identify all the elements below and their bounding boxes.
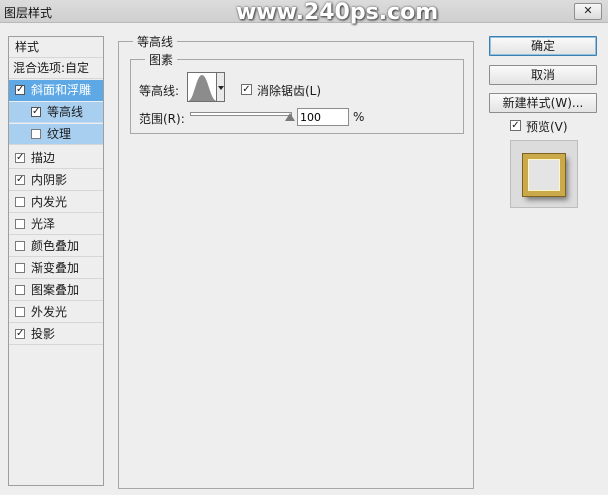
new-style-button[interactable]: 新建样式(W)... <box>489 93 597 113</box>
style-item-bevel-emboss[interactable]: ✓ 斜面和浮雕 <box>9 80 103 101</box>
range-unit: % <box>353 110 365 124</box>
antialias-checkbox[interactable]: ✓ <box>241 84 252 95</box>
preview-label: 预览(V) <box>526 120 568 134</box>
contour-group-title: 等高线 <box>133 33 178 50</box>
outer-glow-checkbox[interactable] <box>15 307 25 317</box>
blend-options-item[interactable]: 混合选项:自定 <box>9 58 103 79</box>
inner-shadow-label: 内阴影 <box>31 173 68 187</box>
close-button[interactable]: ✕ <box>574 3 602 20</box>
title-bar: 图层样式 www.240ps.com ✕ <box>0 0 608 25</box>
contour-picker-label: 等高线: <box>139 84 180 98</box>
style-item-texture[interactable]: 纹理 <box>9 124 103 145</box>
style-item-pattern-overlay[interactable]: 图案叠加 <box>9 280 103 301</box>
cancel-button[interactable]: 取消 <box>489 65 597 85</box>
stroke-checkbox[interactable]: ✓ <box>15 153 25 163</box>
inner-glow-checkbox[interactable] <box>15 197 25 207</box>
style-item-gradient-overlay[interactable]: 渐变叠加 <box>9 258 103 279</box>
style-item-contour[interactable]: ✓ 等高线 <box>9 102 103 123</box>
elements-group-title: 图素 <box>145 51 178 68</box>
styles-header: 样式 <box>9 37 103 58</box>
contour-dropdown-arrow[interactable] <box>216 72 225 102</box>
range-slider-track[interactable] <box>190 112 292 116</box>
style-preview-thumbnail <box>510 140 578 208</box>
range-label: 范围(R): <box>139 112 185 126</box>
contour-checkbox[interactable]: ✓ <box>31 107 41 117</box>
preview-checkbox[interactable]: ✓ <box>510 120 521 131</box>
contour-curve-icon <box>188 75 217 101</box>
style-item-inner-glow[interactable]: 内发光 <box>9 192 103 213</box>
style-item-satin[interactable]: 光泽 <box>9 214 103 235</box>
texture-label: 纹理 <box>47 127 72 141</box>
window-title: 图层样式 <box>4 6 53 20</box>
style-item-inner-shadow[interactable]: ✓ 内阴影 <box>9 170 103 191</box>
stroke-label: 描边 <box>31 151 56 165</box>
gold-frame-preview <box>523 154 565 196</box>
bevel-emboss-checkbox[interactable]: ✓ <box>15 85 25 95</box>
ok-button[interactable]: 确定 <box>489 36 597 56</box>
style-item-drop-shadow[interactable]: ✓ 投影 <box>9 324 103 345</box>
gradient-overlay-checkbox[interactable] <box>15 263 25 273</box>
outer-glow-label: 外发光 <box>31 305 68 319</box>
styles-header-label: 样式 <box>15 40 40 54</box>
gradient-overlay-label: 渐变叠加 <box>31 261 80 275</box>
satin-checkbox[interactable] <box>15 219 25 229</box>
drop-shadow-label: 投影 <box>31 327 56 341</box>
pattern-overlay-checkbox[interactable] <box>15 285 25 295</box>
blend-options-label: 混合选项:自定 <box>13 61 90 75</box>
color-overlay-checkbox[interactable] <box>15 241 25 251</box>
style-item-outer-glow[interactable]: 外发光 <box>9 302 103 323</box>
range-slider-thumb[interactable] <box>285 113 295 121</box>
watermark-text: www.240ps.com <box>236 0 439 25</box>
texture-checkbox[interactable] <box>31 129 41 139</box>
drop-shadow-checkbox[interactable]: ✓ <box>15 329 25 339</box>
pattern-overlay-label: 图案叠加 <box>31 283 80 297</box>
range-input[interactable] <box>297 108 349 126</box>
inner-glow-label: 内发光 <box>31 195 68 209</box>
antialias-label: 消除锯齿(L) <box>257 84 322 98</box>
style-item-color-overlay[interactable]: 颜色叠加 <box>9 236 103 257</box>
styles-list: 样式 混合选项:自定 ✓ 斜面和浮雕 ✓ 等高线 纹理 ✓ 描边 ✓ 内阴影 内… <box>8 36 104 486</box>
style-item-stroke[interactable]: ✓ 描边 <box>9 148 103 169</box>
contour-label: 等高线 <box>47 105 84 119</box>
bevel-emboss-label: 斜面和浮雕 <box>31 83 92 97</box>
inner-shadow-checkbox[interactable]: ✓ <box>15 175 25 185</box>
color-overlay-label: 颜色叠加 <box>31 239 80 253</box>
satin-label: 光泽 <box>31 217 56 231</box>
